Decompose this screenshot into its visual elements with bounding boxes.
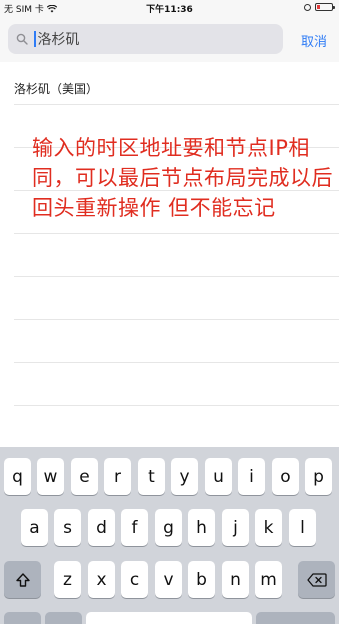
orientation-lock-icon — [304, 3, 311, 11]
globe-key[interactable] — [45, 612, 82, 624]
annotation-text: 输入的时区地址要和节点IP相同，可以最后节点布局完成以后回头重新操作 但不能忘记 — [32, 136, 333, 220]
list-divider-row — [14, 406, 339, 449]
battery-level — [317, 5, 320, 9]
search-header: 取消 — [0, 16, 339, 62]
key-x[interactable]: x — [88, 561, 115, 598]
key-y[interactable]: y — [171, 458, 198, 495]
key-a[interactable]: a — [21, 509, 48, 546]
key-f[interactable]: f — [121, 509, 148, 546]
key-m[interactable]: m — [255, 561, 282, 598]
key-c[interactable]: c — [121, 561, 148, 598]
numbers-key[interactable] — [4, 612, 41, 624]
result-item[interactable]: 洛杉矶（美国） — [14, 62, 339, 105]
key-b[interactable]: b — [188, 561, 215, 598]
search-box[interactable] — [8, 24, 283, 54]
key-g[interactable]: g — [155, 509, 182, 546]
search-icon — [16, 33, 28, 45]
key-d[interactable]: d — [88, 509, 115, 546]
list-divider-row — [14, 320, 339, 363]
text-caret — [34, 31, 36, 47]
key-r[interactable]: r — [104, 458, 131, 495]
battery-icon — [315, 3, 335, 11]
status-bar: 无 SIM 卡 下午11:36 — [0, 0, 339, 16]
search-input[interactable] — [37, 31, 238, 47]
cancel-button[interactable]: 取消 — [301, 31, 327, 50]
list-divider-row — [14, 277, 339, 320]
key-s[interactable]: s — [54, 509, 81, 546]
key-n[interactable]: n — [222, 561, 249, 598]
return-key[interactable] — [256, 612, 335, 624]
list-divider-row — [14, 363, 339, 406]
key-u[interactable]: u — [205, 458, 232, 495]
key-t[interactable]: t — [138, 458, 165, 495]
key-k[interactable]: k — [255, 509, 282, 546]
key-q[interactable]: q — [4, 458, 31, 495]
backspace-icon — [306, 572, 327, 587]
status-time: 下午11:36 — [146, 5, 193, 15]
keyboard: q w e r t y u i o p a s d f g h j k l z … — [0, 447, 339, 624]
key-i[interactable]: i — [238, 458, 265, 495]
result-item-label: 洛杉矶（美国） — [14, 82, 99, 96]
shift-key[interactable] — [4, 561, 41, 598]
key-e[interactable]: e — [71, 458, 98, 495]
key-h[interactable]: h — [188, 509, 215, 546]
status-right — [304, 3, 335, 11]
key-z[interactable]: z — [54, 561, 81, 598]
key-w[interactable]: w — [37, 458, 64, 495]
results-list: 洛杉矶（美国） — [0, 62, 339, 447]
key-p[interactable]: p — [305, 458, 332, 495]
key-l[interactable]: l — [289, 509, 316, 546]
key-v[interactable]: v — [155, 561, 182, 598]
space-key[interactable] — [86, 612, 252, 624]
list-divider-row — [14, 234, 339, 277]
shift-icon — [15, 572, 30, 587]
key-o[interactable]: o — [272, 458, 299, 495]
backspace-key[interactable] — [298, 561, 335, 598]
key-j[interactable]: j — [222, 509, 249, 546]
